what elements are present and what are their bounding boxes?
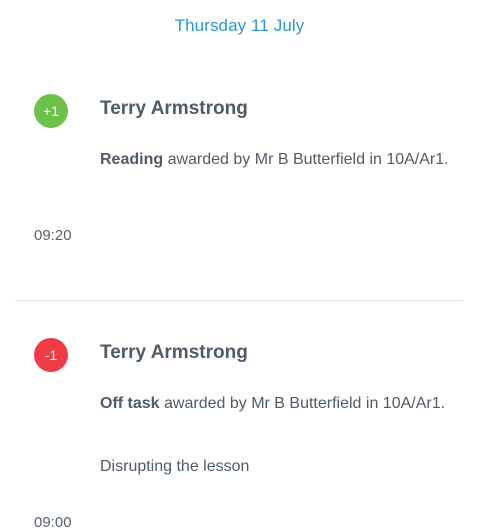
awarded-text: awarded by Mr B Butterfield in 10A/Ar1. <box>163 151 449 168</box>
date-header: Thursday 11 July <box>174 16 305 35</box>
awarded-text: awarded by Mr B Butterfield in 10A/Ar1. <box>159 395 446 412</box>
event-time: 09:00 <box>34 514 72 531</box>
event-divider <box>15 300 463 301</box>
points-badge: +1 <box>34 94 68 128</box>
student-name[interactable]: Terry Armstrong <box>100 342 248 364</box>
behaviour-name: Reading <box>100 151 164 168</box>
behaviour-name: Off task <box>100 395 160 412</box>
event-description: Reading awarded by Mr B Butterfield in 1… <box>100 147 470 172</box>
event-description: Off task awarded by Mr B Butterfield in … <box>100 391 470 416</box>
student-name[interactable]: Terry Armstrong <box>100 98 248 120</box>
event-time: 09:20 <box>34 227 72 244</box>
points-badge: -1 <box>34 338 68 372</box>
event-note: Disrupting the lesson <box>100 458 250 475</box>
